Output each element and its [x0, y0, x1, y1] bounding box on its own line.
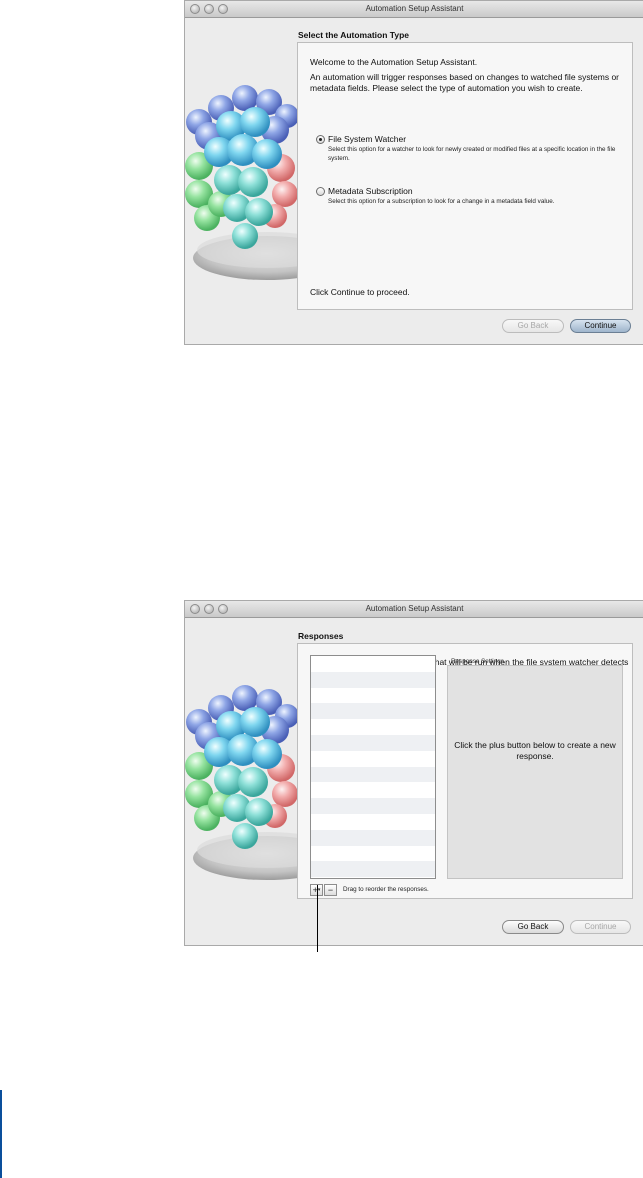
content-panel: Create copy or email responses that will… [297, 643, 633, 899]
file-system-watcher-radio[interactable] [316, 134, 325, 144]
option-file-system-watcher[interactable]: File System Watcher [316, 134, 406, 144]
responses-window: Automation Setup Assistant Responses Cre… [184, 600, 643, 946]
window-titlebar[interactable]: Automation Setup Assistant [185, 601, 643, 618]
intro-text: An automation will trigger responses bas… [310, 72, 619, 93]
list-item[interactable] [311, 751, 435, 767]
margin-bar [0, 1090, 2, 1178]
spheres-artwork-icon [185, 618, 297, 918]
automation-type-window: Automation Setup Assistant Select the Au… [184, 0, 643, 345]
callout-line [317, 885, 318, 952]
spheres-artwork-icon [185, 18, 297, 318]
list-item[interactable] [311, 846, 435, 862]
file-system-watcher-description: Select this option for a watcher to look… [328, 146, 616, 162]
list-item[interactable] [311, 671, 435, 688]
list-item[interactable] [311, 766, 435, 783]
list-item[interactable] [311, 829, 435, 846]
continue-button[interactable]: Continue [570, 319, 631, 333]
responses-list[interactable] [310, 655, 436, 879]
continue-button[interactable]: Continue [570, 920, 631, 934]
go-back-button[interactable]: Go Back [502, 920, 564, 934]
list-item[interactable] [311, 861, 435, 878]
list-item[interactable] [311, 814, 435, 830]
remove-response-button[interactable]: − [324, 884, 337, 896]
list-item[interactable] [311, 782, 435, 798]
list-item[interactable] [311, 688, 435, 704]
window-titlebar[interactable]: Automation Setup Assistant [185, 1, 643, 18]
welcome-text: Welcome to the Automation Setup Assistan… [310, 57, 478, 67]
content-panel: Welcome to the Automation Setup Assistan… [297, 42, 633, 310]
response-settings-box: Click the plus button below to create a … [447, 665, 623, 879]
list-item[interactable] [311, 719, 435, 735]
list-item[interactable] [311, 656, 435, 672]
section-title: Select the Automation Type [298, 30, 409, 40]
go-back-button[interactable]: Go Back [502, 319, 564, 333]
metadata-subscription-label[interactable]: Metadata Subscription [328, 186, 413, 196]
footer-text: Click Continue to proceed. [310, 287, 410, 297]
option-metadata-subscription[interactable]: Metadata Subscription [316, 186, 413, 196]
response-settings-label: Response Settings [451, 658, 504, 665]
metadata-subscription-radio[interactable] [316, 186, 325, 196]
list-item[interactable] [311, 734, 435, 751]
list-item[interactable] [311, 703, 435, 720]
list-item[interactable] [311, 798, 435, 814]
window-title: Automation Setup Assistant [365, 4, 464, 13]
add-menu-caret-icon: ▾ [317, 887, 321, 893]
empty-settings-message: Click the plus button below to create a … [454, 740, 616, 761]
file-system-watcher-label[interactable]: File System Watcher [328, 134, 406, 144]
drag-hint-text: Drag to reorder the responses. [343, 886, 429, 893]
metadata-subscription-description: Select this option for a subscription to… [328, 198, 555, 205]
section-title: Responses [298, 631, 344, 641]
window-title: Automation Setup Assistant [365, 604, 464, 613]
